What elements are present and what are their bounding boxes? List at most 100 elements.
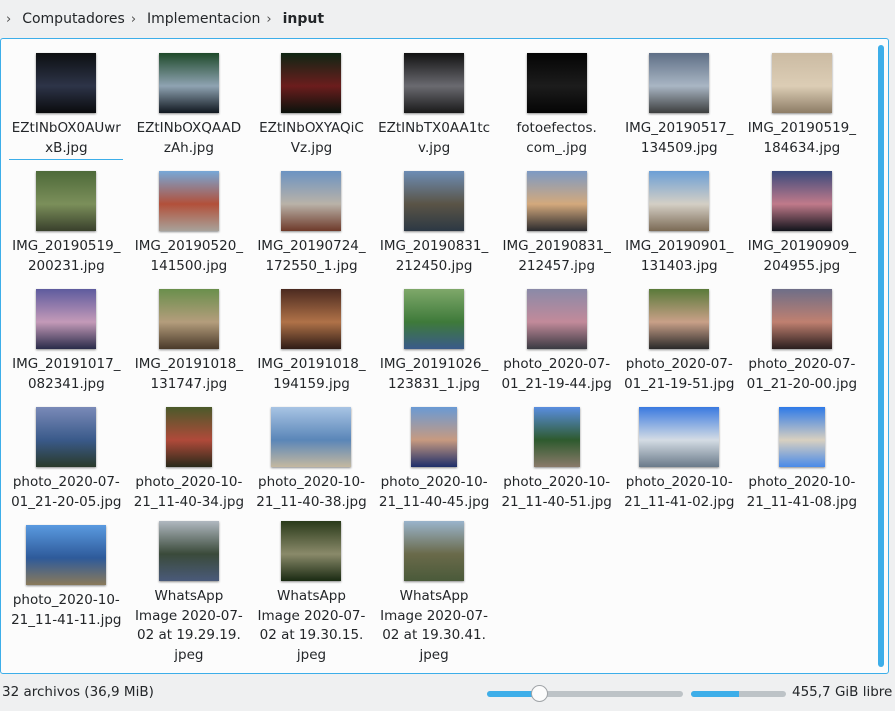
file-item[interactable]: photo_2020-10- 21_11-40-51.jpg [495, 401, 618, 519]
file-name: IMG_20191018_ 131747.jpg [134, 356, 244, 392]
thumbnail-frame [373, 167, 496, 231]
file-thumbnail[interactable] [649, 53, 710, 113]
file-name: photo_2020-10- 21_11-40-38.jpg [256, 474, 367, 510]
file-item[interactable]: photo_2020-07- 01_21-19-51.jpg [618, 283, 741, 401]
file-item[interactable]: photo_2020-10- 21_11-41-02.jpg [618, 401, 741, 519]
file-item[interactable]: EZtINbOX0AUwr xB.jpg [5, 47, 128, 165]
file-thumbnail[interactable] [404, 521, 465, 581]
vertical-scrollbar[interactable] [878, 45, 884, 667]
file-thumbnail[interactable] [639, 407, 720, 467]
file-thumbnail[interactable] [281, 53, 342, 113]
file-item[interactable]: IMG_20191026_ 123831_1.jpg [373, 283, 496, 401]
file-thumbnail[interactable] [281, 289, 342, 349]
file-item[interactable]: photo_2020-07- 01_21-20-05.jpg [5, 401, 128, 519]
file-item[interactable]: IMG_20191018_ 194159.jpg [250, 283, 373, 401]
free-space-label: 455,7 GiB libre [792, 684, 893, 700]
file-thumbnail[interactable] [404, 53, 465, 113]
file-name: WhatsApp Image 2020-07- 02 at 19.30.15. … [257, 588, 366, 663]
thumbnail-frame [250, 521, 373, 581]
file-thumbnail[interactable] [281, 521, 342, 581]
file-name: photo_2020-07- 01_21-20-00.jpg [746, 356, 858, 392]
file-item[interactable]: photo_2020-10- 21_11-41-08.jpg [741, 401, 864, 519]
file-item[interactable]: IMG_20190517_ 134509.jpg [618, 47, 741, 165]
file-item[interactable]: IMG_20190519_ 184634.jpg [741, 47, 864, 165]
file-item[interactable]: IMG_20190901_ 131403.jpg [618, 165, 741, 283]
file-item[interactable]: EZtINbOXYAQiC Vz.jpg [250, 47, 373, 165]
file-thumbnail[interactable] [158, 171, 219, 231]
file-thumbnail[interactable] [36, 171, 97, 231]
file-item[interactable]: fotoefectos. com_.jpg [495, 47, 618, 165]
file-name: IMG_20190519_ 200231.jpg [12, 238, 121, 274]
file-item[interactable]: WhatsApp Image 2020-07- 02 at 19.30.41. … [373, 519, 496, 663]
chevron-right-icon[interactable]: › [131, 12, 136, 27]
file-item[interactable]: photo_2020-10- 21_11-40-34.jpg [128, 401, 251, 519]
file-item[interactable]: IMG_20190831_ 212457.jpg [495, 165, 618, 283]
file-thumbnail[interactable] [281, 171, 342, 231]
file-item[interactable]: IMG_20190724_ 172550_1.jpg [250, 165, 373, 283]
file-name: EZtINbTX0AA1tc v.jpg [378, 120, 491, 156]
file-thumbnail[interactable] [158, 521, 219, 581]
file-thumbnail[interactable] [411, 407, 458, 467]
file-name: photo_2020-10- 21_11-41-08.jpg [746, 474, 858, 510]
zoom-slider[interactable] [487, 685, 683, 702]
thumbnail-frame [373, 521, 496, 581]
file-item[interactable]: IMG_20190831_ 212450.jpg [373, 165, 496, 283]
thumbnail-frame [618, 285, 741, 349]
thumbnail-frame [618, 167, 741, 231]
breadcrumb-item-input[interactable]: input [279, 11, 328, 27]
file-item[interactable]: IMG_20191017_ 082341.jpg [5, 283, 128, 401]
file-thumbnail[interactable] [771, 53, 832, 113]
file-thumbnail[interactable] [158, 289, 219, 349]
zoom-slider-handle[interactable] [531, 685, 549, 702]
file-item[interactable]: EZtINbOXQAAD zAh.jpg [128, 47, 251, 165]
file-item[interactable]: photo_2020-07- 01_21-20-00.jpg [741, 283, 864, 401]
file-thumbnail[interactable] [271, 407, 352, 467]
file-name: WhatsApp Image 2020-07- 02 at 19.29.19. … [134, 588, 243, 663]
file-name: EZtINbOX0AUwr xB.jpg [9, 119, 124, 160]
file-name: IMG_20190831_ 212457.jpg [502, 238, 611, 274]
file-view[interactable]: EZtINbOX0AUwr xB.jpg EZtINbOXQAAD zAh.jpg… [0, 38, 889, 674]
file-name: EZtINbOXQAAD zAh.jpg [136, 120, 242, 156]
file-thumbnail[interactable] [778, 407, 825, 467]
breadcrumb-item-computadores[interactable]: Computadores [18, 11, 129, 27]
thumbnail-frame [495, 285, 618, 349]
thumbnail-frame [250, 403, 373, 467]
file-item[interactable]: photo_2020-10- 21_11-40-45.jpg [373, 401, 496, 519]
file-thumbnail[interactable] [36, 407, 97, 467]
file-item[interactable]: IMG_20190909_ 204955.jpg [741, 165, 864, 283]
file-thumbnail[interactable] [36, 289, 97, 349]
file-thumbnail[interactable] [158, 53, 219, 113]
file-thumbnail[interactable] [771, 289, 832, 349]
thumbnail-frame [741, 285, 864, 349]
file-thumbnail[interactable] [533, 407, 580, 467]
file-item[interactable]: IMG_20190519_ 200231.jpg [5, 165, 128, 283]
file-name: photo_2020-10- 21_11-40-51.jpg [501, 474, 612, 510]
file-item[interactable]: WhatsApp Image 2020-07- 02 at 19.30.15. … [250, 519, 373, 663]
file-name: IMG_20190520_ 141500.jpg [134, 238, 244, 274]
file-item[interactable]: photo_2020-10- 21_11-41-11.jpg [5, 519, 128, 637]
file-thumbnail[interactable] [526, 289, 587, 349]
thumbnail-frame [128, 403, 251, 467]
file-thumbnail[interactable] [649, 289, 710, 349]
file-item[interactable]: photo_2020-10- 21_11-40-38.jpg [250, 401, 373, 519]
file-item[interactable]: EZtINbTX0AA1tc v.jpg [373, 47, 496, 165]
chevron-right-icon[interactable]: › [6, 12, 11, 27]
breadcrumb-item-implementacion[interactable]: Implementacion [143, 11, 264, 27]
file-item[interactable]: IMG_20191018_ 131747.jpg [128, 283, 251, 401]
file-thumbnail[interactable] [404, 171, 465, 231]
file-name: IMG_20190519_ 184634.jpg [747, 120, 857, 156]
file-item[interactable]: IMG_20190520_ 141500.jpg [128, 165, 251, 283]
file-thumbnail[interactable] [526, 171, 587, 231]
file-thumbnail[interactable] [649, 171, 710, 231]
file-thumbnail[interactable] [26, 525, 107, 585]
chevron-right-icon[interactable]: › [266, 12, 271, 27]
file-name: IMG_20190517_ 134509.jpg [625, 120, 734, 156]
file-thumbnail[interactable] [165, 407, 212, 467]
status-bar: 32 archivos (36,9 MiB) 455,7 GiB libre [0, 676, 895, 711]
file-thumbnail[interactable] [404, 289, 465, 349]
file-item[interactable]: WhatsApp Image 2020-07- 02 at 19.29.19. … [128, 519, 251, 663]
file-thumbnail[interactable] [771, 171, 832, 231]
file-item[interactable]: photo_2020-07- 01_21-19-44.jpg [495, 283, 618, 401]
file-thumbnail[interactable] [36, 53, 97, 113]
file-thumbnail[interactable] [526, 53, 587, 113]
